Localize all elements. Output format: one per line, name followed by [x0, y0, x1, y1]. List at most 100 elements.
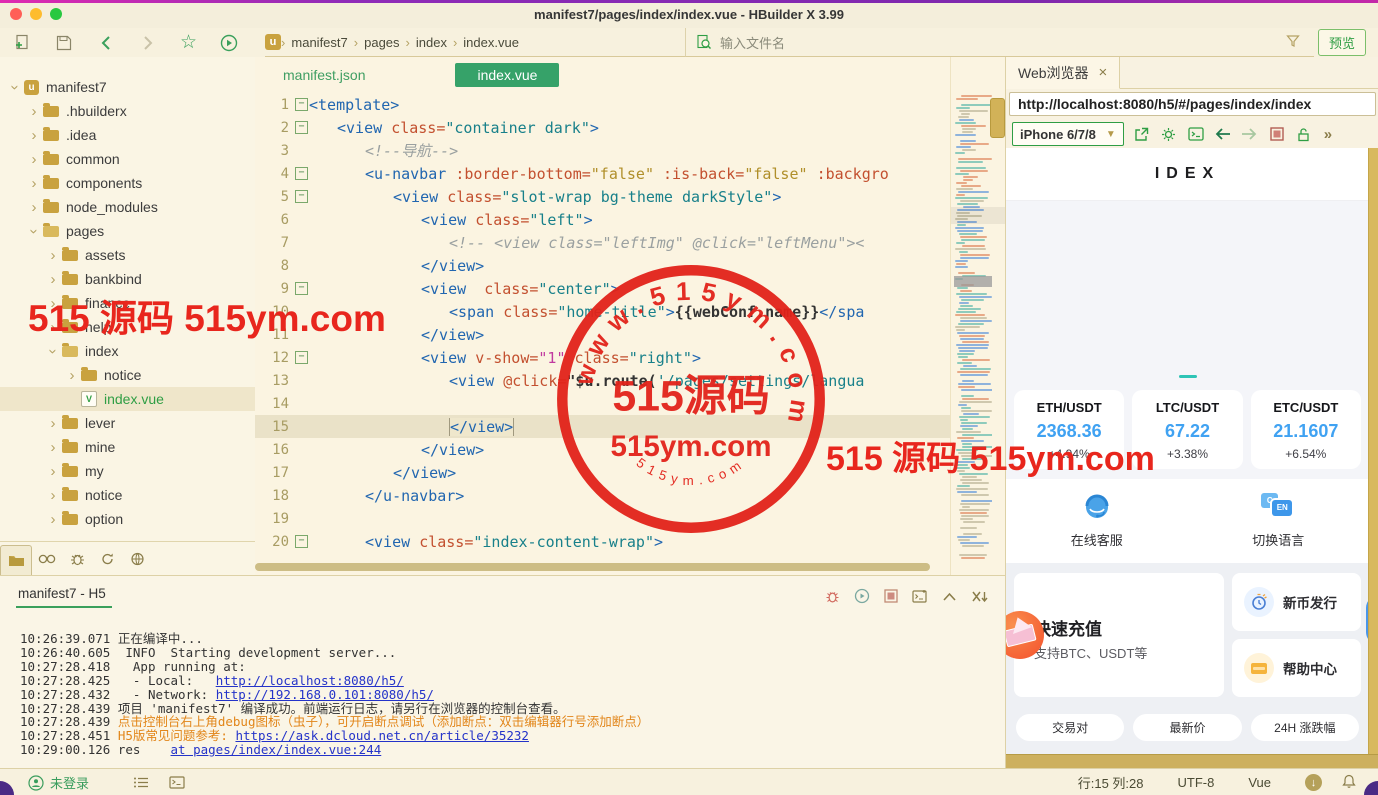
line-number[interactable]: 13: [255, 373, 294, 389]
ticker-card-etc[interactable]: ETC/USDT 21.1607 +6.54%: [1251, 390, 1361, 469]
breadcrumb-item[interactable]: manifest7: [291, 35, 347, 50]
app-banner-carousel[interactable]: [1006, 201, 1369, 386]
fold-marker-icon[interactable]: −: [294, 167, 309, 180]
fold-marker-icon[interactable]: −: [294, 121, 309, 134]
file-encoding[interactable]: UTF-8: [1178, 775, 1215, 790]
code-line-18[interactable]: 18</u-navbar>: [255, 484, 950, 507]
chevron-right-icon[interactable]: ›: [46, 319, 60, 336]
code-line-6[interactable]: 6<view class="left">: [255, 208, 950, 231]
refresh-panel-tab[interactable]: [92, 546, 122, 572]
line-number[interactable]: 20: [255, 534, 294, 550]
preview-button[interactable]: 预览: [1318, 29, 1366, 56]
file-type[interactable]: Vue: [1248, 775, 1271, 790]
ticker-card-eth[interactable]: ETH/USDT 2368.36 +4.94%: [1014, 390, 1124, 469]
tree-item-index[interactable]: ›index: [0, 339, 255, 363]
chevron-right-icon[interactable]: ›: [46, 463, 60, 480]
chevron-right-icon[interactable]: ›: [27, 151, 41, 168]
tab-latest-price[interactable]: 最新价: [1133, 714, 1241, 741]
code-line-2[interactable]: 2−<view class="container dark">: [255, 116, 950, 139]
cursor-position[interactable]: 行:15 列:28: [1078, 773, 1144, 792]
code-line-9[interactable]: 9−<view class="center">: [255, 277, 950, 300]
line-number[interactable]: 2: [255, 120, 294, 136]
lock-icon[interactable]: [1295, 125, 1313, 143]
editor-minimap[interactable]: [950, 57, 1007, 575]
chevron-right-icon[interactable]: ›: [27, 199, 41, 216]
code-line-20[interactable]: 20−<view class="index-content-wrap">: [255, 530, 950, 553]
chevron-right-icon[interactable]: ›: [65, 367, 79, 384]
chevron-right-icon[interactable]: ›: [46, 439, 60, 456]
chevron-right-icon[interactable]: ›: [46, 247, 60, 264]
log-link[interactable]: http://localhost:8080/h5/: [216, 673, 404, 688]
console-icon[interactable]: [1187, 125, 1205, 143]
open-external-icon[interactable]: [1133, 125, 1151, 143]
browser-vertical-scrollbar[interactable]: [1368, 148, 1378, 755]
code-line-8[interactable]: 8</view>: [255, 254, 950, 277]
stop-icon[interactable]: [1268, 125, 1286, 143]
bell-icon[interactable]: [1342, 774, 1356, 792]
tree-item-notice[interactable]: ›notice: [0, 483, 255, 507]
chevron-right-icon[interactable]: ›: [46, 487, 60, 504]
debug-panel-tab[interactable]: [62, 546, 92, 572]
line-number[interactable]: 14: [255, 396, 294, 412]
tree-item-mine[interactable]: ›mine: [0, 435, 255, 459]
tree-item-assets[interactable]: ›assets: [0, 243, 255, 267]
line-number[interactable]: 17: [255, 465, 294, 481]
log-link[interactable]: http://192.168.0.101:8080/h5/: [216, 687, 434, 702]
outline-list-icon[interactable]: [133, 776, 149, 789]
code-line-4[interactable]: 4−<u-navbar :border-bottom="false" :is-b…: [255, 162, 950, 185]
device-select[interactable]: iPhone 6/7/8 ▼: [1012, 122, 1124, 146]
chevron-down-icon[interactable]: ›: [45, 344, 62, 358]
tree-item-notice[interactable]: ›notice: [0, 363, 255, 387]
chevron-down-icon[interactable]: ›: [7, 80, 24, 94]
line-number[interactable]: 4: [255, 166, 294, 182]
line-number[interactable]: 1: [255, 97, 294, 113]
line-number[interactable]: 15: [255, 419, 294, 435]
save-icon[interactable]: [54, 33, 74, 53]
code-line-16[interactable]: 16</view>: [255, 438, 950, 461]
code-line-11[interactable]: 11</view>: [255, 323, 950, 346]
tree-item-lever[interactable]: ›lever: [0, 411, 255, 435]
close-icon[interactable]: ×: [1099, 64, 1108, 81]
code-line-14[interactable]: 14: [255, 392, 950, 415]
chevron-right-icon[interactable]: ›: [46, 511, 60, 528]
code-line-1[interactable]: 1−<template>: [255, 93, 950, 116]
tree-item-manifest7[interactable]: ›umanifest7: [0, 75, 255, 99]
help-center-card[interactable]: 帮助中心: [1232, 639, 1361, 697]
fold-marker-icon[interactable]: −: [294, 351, 309, 364]
code-line-17[interactable]: 17</view>: [255, 461, 950, 484]
chevron-right-icon[interactable]: ›: [46, 295, 60, 312]
chevron-right-icon[interactable]: ›: [46, 271, 60, 288]
run-icon[interactable]: [219, 33, 239, 53]
line-number[interactable]: 7: [255, 235, 294, 251]
log-link[interactable]: https://ask.dcloud.net.cn/article/35232: [235, 728, 529, 743]
clear-close-console-icon[interactable]: [971, 590, 989, 606]
line-number[interactable]: 9: [255, 281, 294, 297]
editor-tab-index-vue[interactable]: index.vue: [455, 63, 559, 87]
files-panel-tab[interactable]: [0, 545, 32, 576]
chevron-right-icon[interactable]: ›: [27, 127, 41, 144]
line-number[interactable]: 11: [255, 327, 294, 343]
code-line-12[interactable]: 12−<view v-show="1" class="right">: [255, 346, 950, 369]
download-update-icon[interactable]: ↓: [1305, 774, 1322, 791]
code-line-7[interactable]: 7<!-- <view class="leftImg" @click="left…: [255, 231, 950, 254]
line-number[interactable]: 3: [255, 143, 294, 159]
new-file-icon[interactable]: [12, 33, 32, 53]
chevron-right-icon[interactable]: ›: [27, 175, 41, 192]
fold-marker-icon[interactable]: −: [294, 98, 309, 111]
browser-forward-icon[interactable]: [1241, 125, 1259, 143]
breadcrumb-item[interactable]: pages: [364, 35, 399, 50]
tree-item-bankbind[interactable]: ›bankbind: [0, 267, 255, 291]
search-panel-tab[interactable]: [32, 546, 62, 572]
navigate-back-icon[interactable]: [96, 33, 116, 53]
line-number[interactable]: 16: [255, 442, 294, 458]
tree-item-option[interactable]: ›option: [0, 507, 255, 531]
language-switch-button[interactable]: CEN 切换语言: [1188, 479, 1370, 563]
editor-vertical-scrollbar[interactable]: [990, 98, 1005, 138]
tree-item-index.vue[interactable]: Vindex.vue: [0, 387, 255, 411]
line-number[interactable]: 12: [255, 350, 294, 366]
tree-item-components[interactable]: ›components: [0, 171, 255, 195]
navigate-forward-icon[interactable]: [138, 33, 158, 53]
tab-trading-pair[interactable]: 交易对: [1016, 714, 1124, 741]
browser-tab[interactable]: Web浏览器 ×: [1006, 57, 1120, 89]
fold-marker-icon[interactable]: −: [294, 535, 309, 548]
